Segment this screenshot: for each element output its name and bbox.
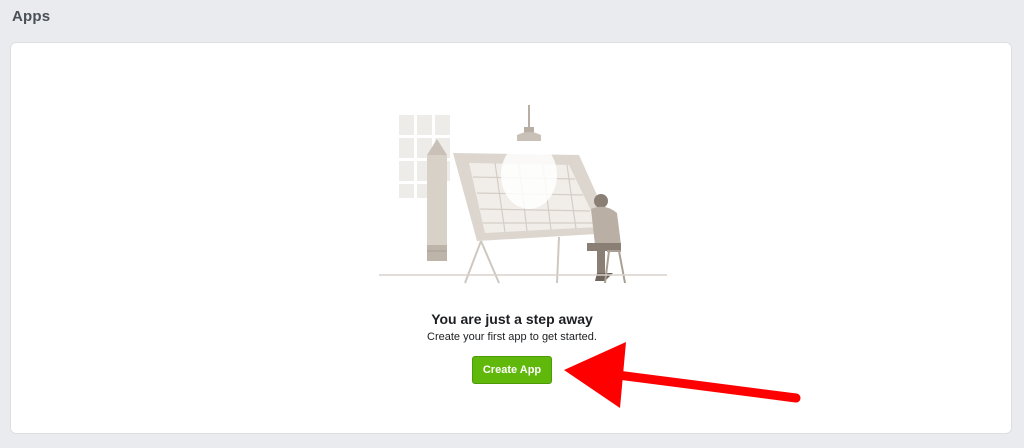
empty-state-title: You are just a step away — [431, 311, 593, 327]
drafting-table-illustration — [379, 105, 667, 284]
apps-empty-state-card: You are just a step away Create your fir… — [10, 42, 1012, 434]
empty-state-subtitle: Create your first app to get started. — [427, 331, 597, 343]
create-app-button[interactable]: Create App — [472, 356, 552, 384]
page-title: Apps — [12, 8, 51, 25]
